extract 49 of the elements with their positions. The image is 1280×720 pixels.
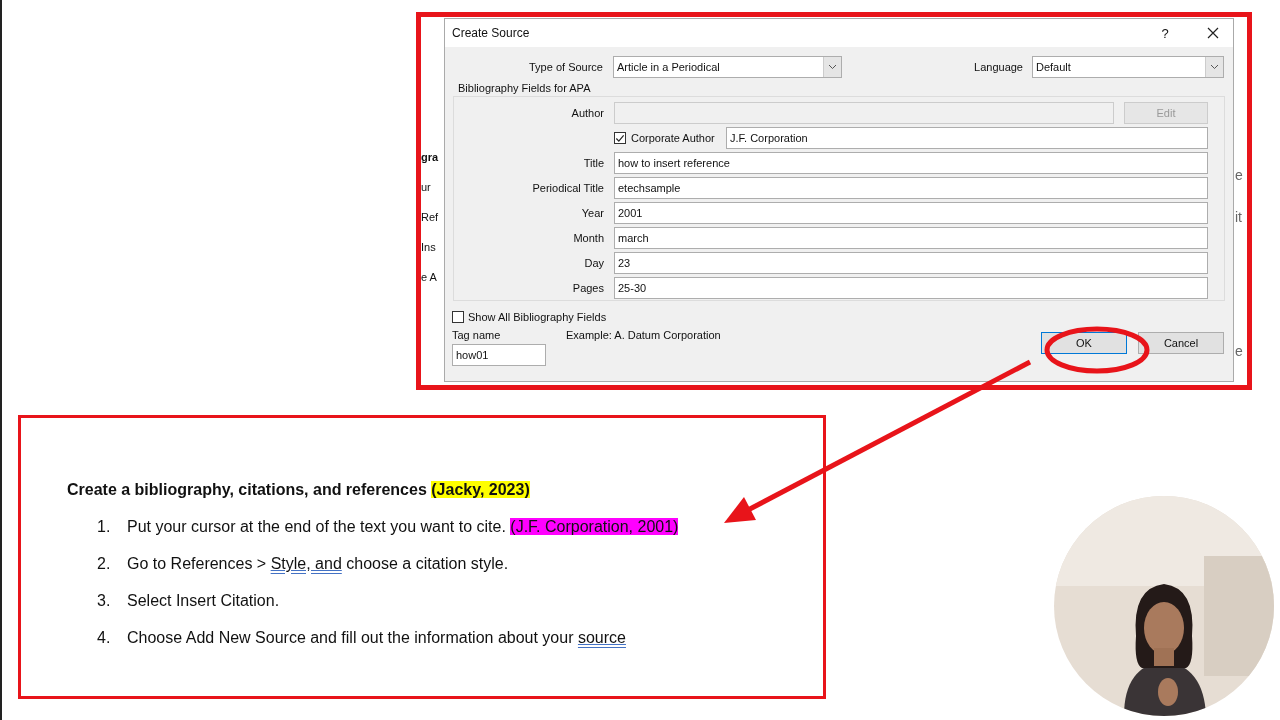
- heading: Create a bibliography, citations, and references (Jacky, 2023): [67, 481, 530, 499]
- window-title: Create Source: [452, 26, 531, 40]
- language-dropdown[interactable]: Default: [1032, 56, 1224, 78]
- document-text: it: [1235, 209, 1242, 225]
- document-text: e A: [421, 271, 437, 283]
- text-field[interactable]: 25-30: [614, 277, 1208, 299]
- list-number: 4.: [97, 629, 112, 648]
- field-label: Year: [580, 207, 605, 219]
- step-text: Put your cursor at the end of the text you want to cite. (J.F. Corporation, 2001): [127, 518, 679, 537]
- close-icon[interactable]: [1207, 27, 1219, 39]
- source-type-dropdown[interactable]: Article in a Periodical: [613, 56, 842, 78]
- list-number: 2.: [97, 555, 112, 574]
- chevron-down-icon: [1210, 64, 1219, 70]
- field-label: Type of Source: [528, 61, 604, 73]
- text-field[interactable]: march: [614, 227, 1208, 249]
- step-text: Choose Add New Source and fill out the information about your source: [127, 629, 626, 648]
- text-field[interactable]: how to insert reference: [614, 152, 1208, 174]
- corporate-author-field[interactable]: J.F. Corporation: [726, 127, 1208, 149]
- field-label: Author: [570, 107, 605, 119]
- group-title: Bibliography Fields for APA: [458, 82, 592, 96]
- step-text: Select Insert Citation.: [127, 592, 280, 611]
- document-text: e: [1235, 343, 1243, 359]
- field-label: Language: [974, 61, 1023, 73]
- field-label: Tag name: [452, 329, 502, 341]
- document-text: Ref: [421, 211, 439, 223]
- text-field[interactable]: etechsample: [614, 177, 1208, 199]
- list-number: 1.: [97, 518, 112, 537]
- document-text: e: [1235, 167, 1243, 183]
- tag-name-field[interactable]: how01: [452, 344, 546, 366]
- checkbox[interactable]: [452, 311, 464, 323]
- field-label: Pages: [571, 282, 605, 294]
- field-label: Periodical Title: [531, 182, 605, 194]
- checkbox-label: Corporate Author: [631, 132, 716, 144]
- step-text: Go to References > Style, and choose a citation style.: [127, 555, 509, 574]
- cancel-button[interactable]: Cancel: [1138, 332, 1224, 354]
- field-label: Title: [582, 157, 605, 169]
- help-button[interactable]: ?: [1145, 25, 1185, 41]
- checkbox[interactable]: [614, 132, 626, 144]
- example-text: Example: A. Datum Corporation: [566, 329, 721, 341]
- document-text: ur: [421, 181, 431, 193]
- checkbox-label: Show All Bibliography Fields: [468, 311, 607, 323]
- document-text: gra: [421, 151, 439, 163]
- field-label: Day: [583, 257, 605, 269]
- text-field[interactable]: 23: [614, 252, 1208, 274]
- document-text: Ins: [421, 241, 436, 253]
- field-label: Month: [572, 232, 605, 244]
- chevron-down-icon: [828, 64, 837, 70]
- list-number: 3.: [97, 592, 112, 611]
- text-field[interactable]: 2001: [614, 202, 1208, 224]
